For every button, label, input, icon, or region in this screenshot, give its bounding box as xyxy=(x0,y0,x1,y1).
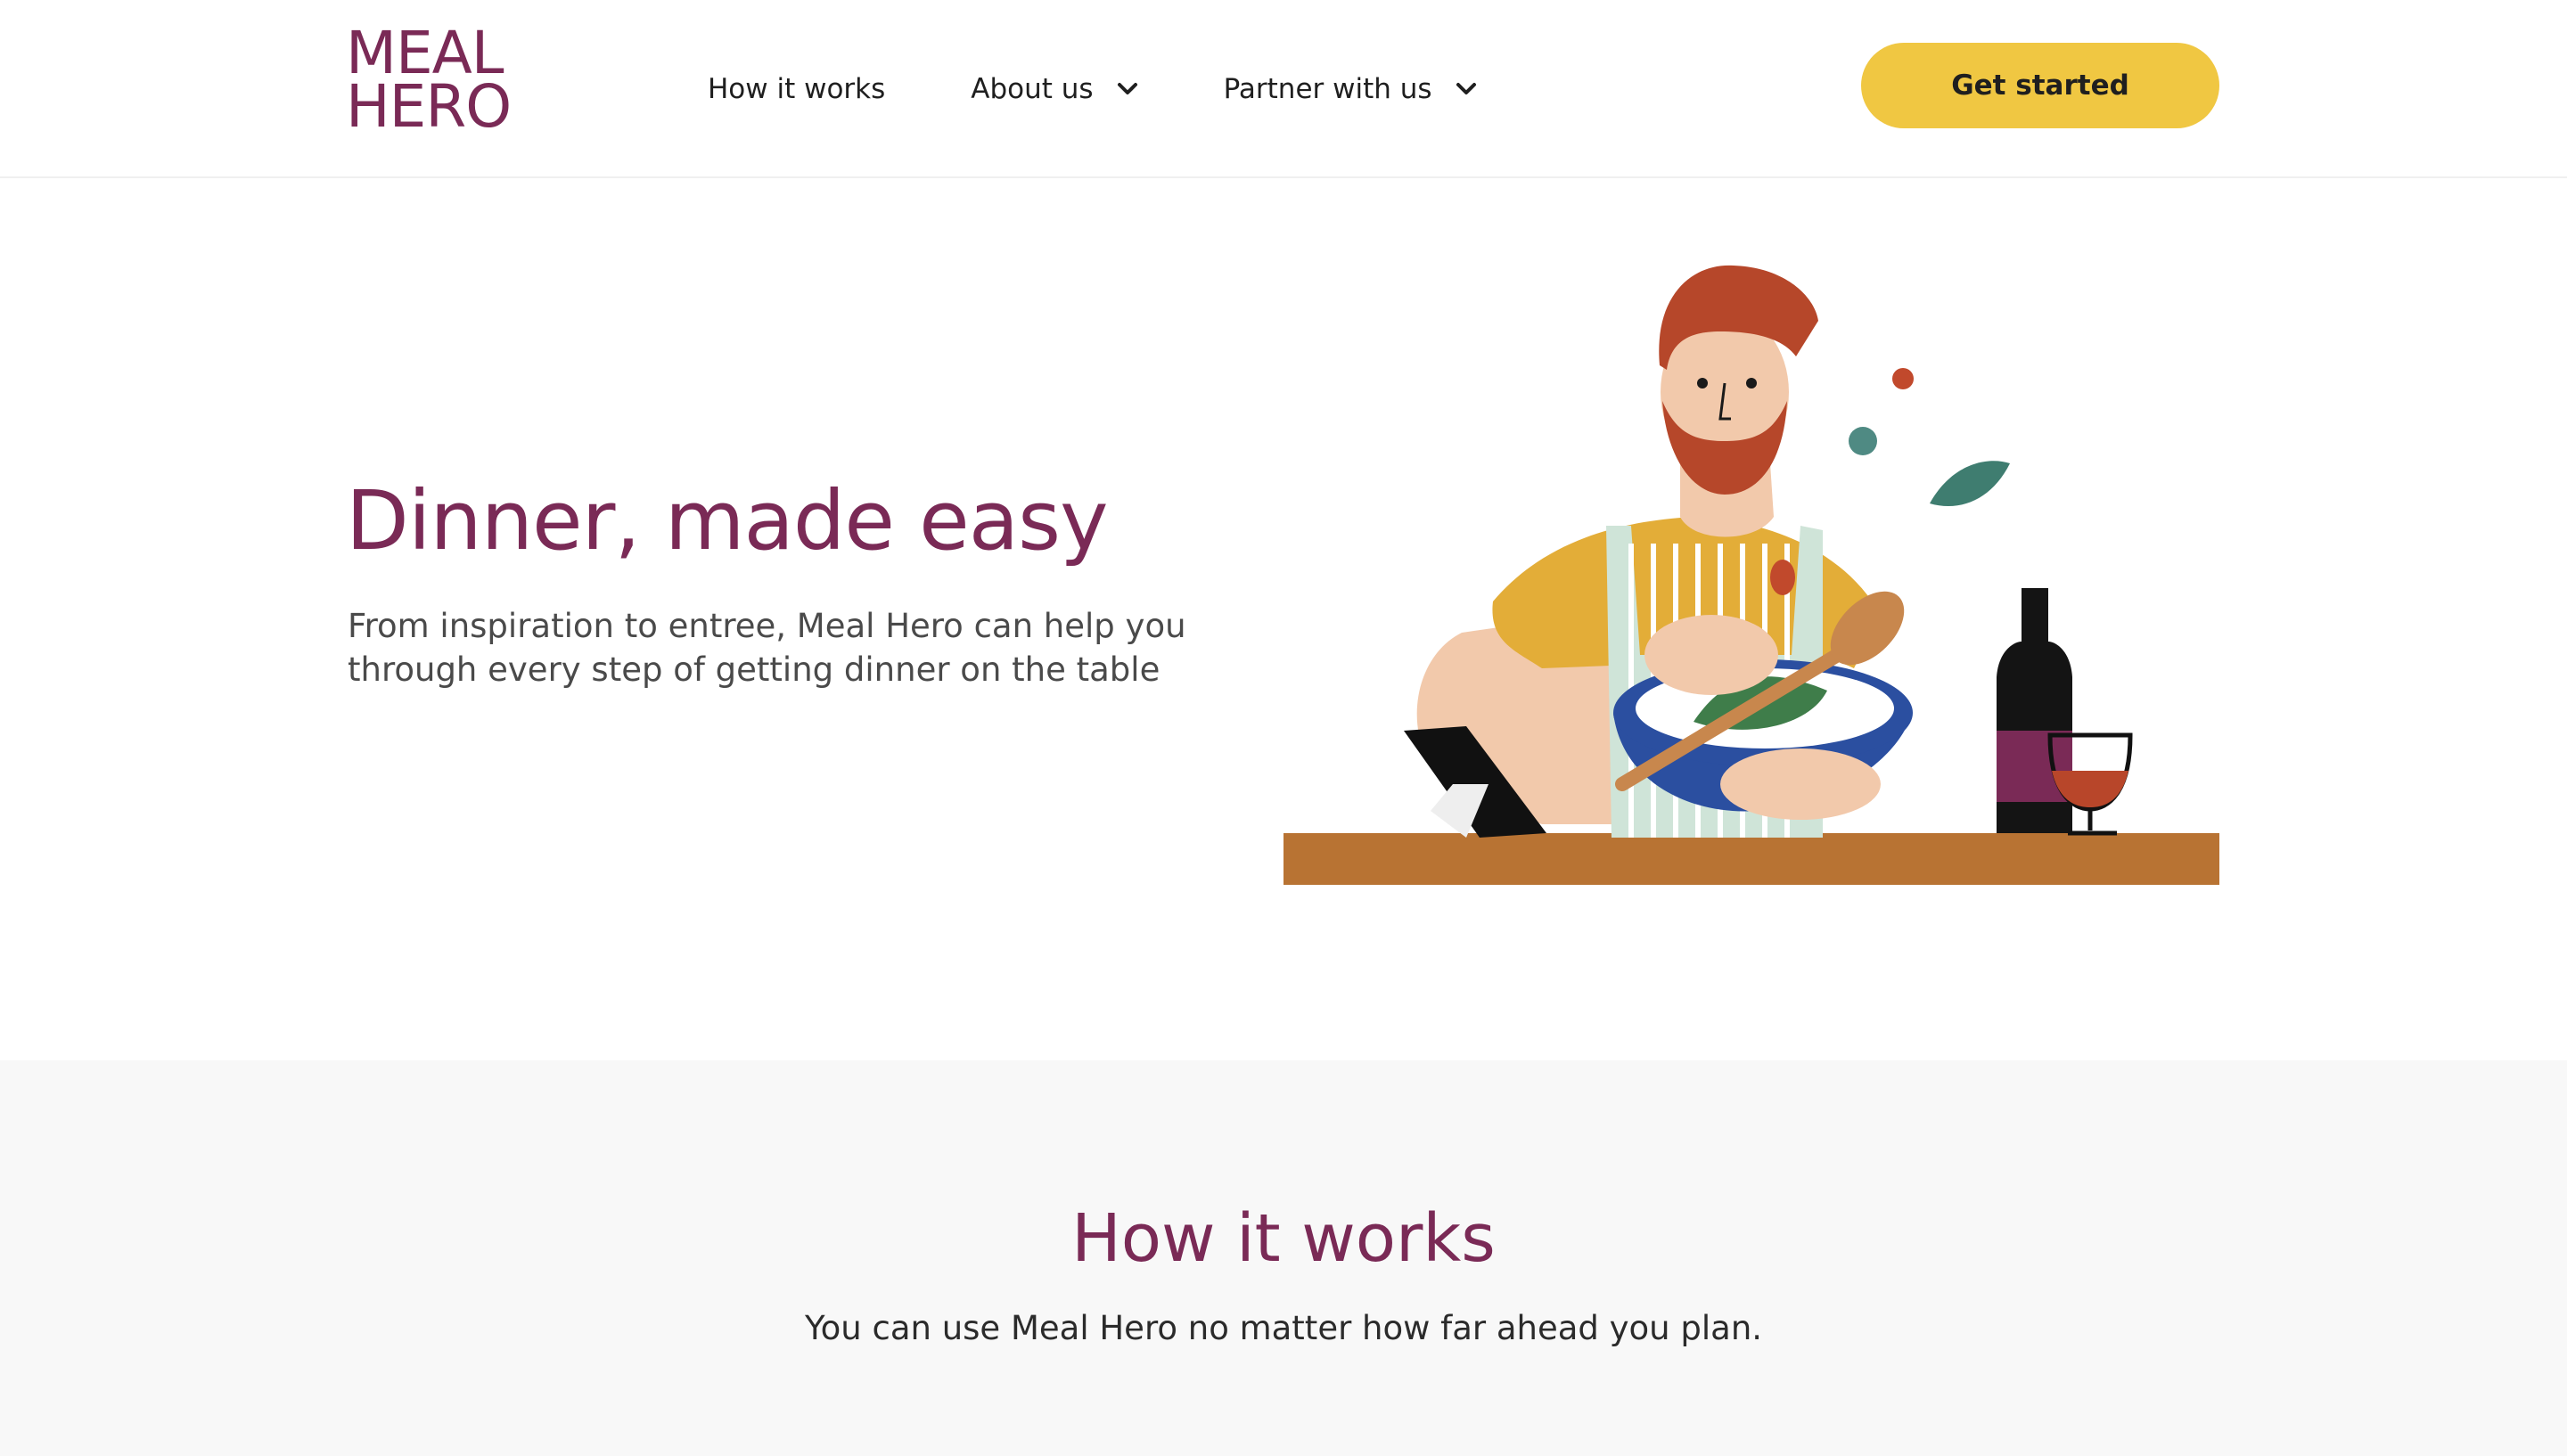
nav-item-label: About us xyxy=(971,73,1094,105)
hero-title: Dinner, made easy xyxy=(346,473,1109,568)
chevron-down-icon xyxy=(1456,83,1476,94)
get-started-button[interactable]: Get started xyxy=(1861,43,2219,128)
how-it-works-section: How it works You can use Meal Hero no ma… xyxy=(0,1060,2567,1456)
nav-item-partner-with-us[interactable]: Partner with us xyxy=(1224,73,1477,105)
chef-cooking-illustration xyxy=(1284,265,2219,885)
nav-item-about-us[interactable]: About us xyxy=(971,73,1137,105)
how-it-works-title: How it works xyxy=(1071,1200,1496,1277)
hero-subtitle: From inspiration to entree, Meal Hero ca… xyxy=(348,607,1186,689)
chevron-down-icon xyxy=(1117,83,1137,94)
how-it-works-subtitle: You can use Meal Hero no matter how far … xyxy=(804,1309,1763,1347)
hero-section: Dinner, made easy From inspiration to en… xyxy=(0,178,2567,1060)
site-header: MEAL HERO How it works About us Partner … xyxy=(0,0,2567,178)
nav-item-how-it-works[interactable]: How it works xyxy=(708,73,885,105)
nav-item-label: Partner with us xyxy=(1223,73,1432,105)
table-top xyxy=(1284,833,2219,885)
meal-hero-logo[interactable]: MEAL HERO xyxy=(346,24,524,143)
nav-item-label: How it works xyxy=(708,73,886,105)
main-nav: How it works About us Partner with us xyxy=(708,0,1562,178)
logo-line-2: HERO xyxy=(346,72,512,141)
